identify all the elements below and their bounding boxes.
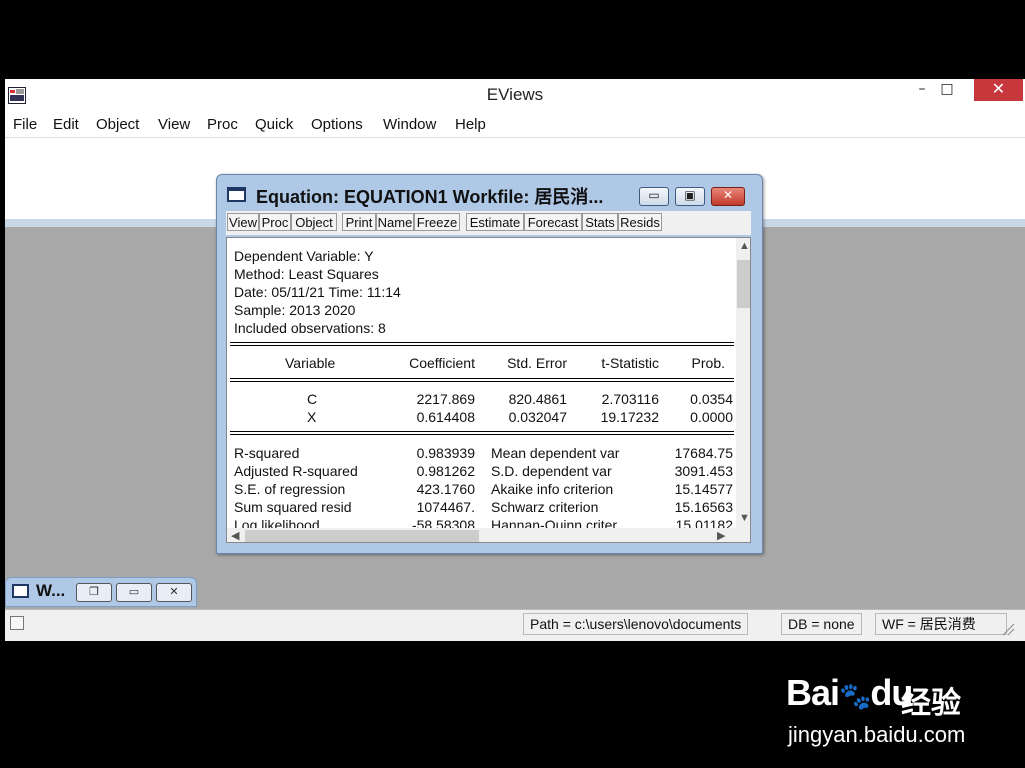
menu-edit[interactable]: Edit xyxy=(53,116,79,133)
menu-options[interactable]: Options xyxy=(311,116,363,133)
equation-window-icon xyxy=(227,187,246,202)
maximize-icon[interactable]: ▭ xyxy=(116,583,152,602)
status-indicator xyxy=(10,616,24,630)
equation-window-title: Equation: EQUATION1 Workfile: 居民消... xyxy=(256,187,604,207)
menu-window[interactable]: Window xyxy=(383,116,436,133)
column-header-prob: Prob. xyxy=(691,355,725,371)
toolbar-print-button[interactable]: Print xyxy=(342,213,376,231)
menu-proc[interactable]: Proc xyxy=(207,116,238,133)
minimized-window-title: W... xyxy=(36,581,66,600)
row-coefficient: 2217.869 xyxy=(416,391,475,407)
toolbar-object-button[interactable]: Object xyxy=(291,213,337,231)
stat-value-2: 15.16563 xyxy=(674,499,733,515)
vertical-scrollbar[interactable]: ▲ ▼ xyxy=(736,238,750,528)
scroll-up-icon[interactable]: ▲ xyxy=(739,240,750,252)
equation-toolbar: View Proc Object Print Name Freeze Estim… xyxy=(226,211,751,235)
stat-label-2: Mean dependent var xyxy=(491,445,620,461)
baidu-jingyan-watermark: Bai🐾du 经验 jingyan.baidu.com xyxy=(786,660,1016,760)
stat-label-2: Akaike info criterion xyxy=(491,481,614,497)
minimized-workfile-window[interactable]: W... ❐ ▭ ✕ xyxy=(5,577,197,607)
stat-value-2: 15.14577 xyxy=(674,481,733,497)
equation-maximize-icon[interactable]: ▣ xyxy=(675,187,705,206)
maximize-button[interactable]: □ xyxy=(925,79,969,101)
stat-value: 0.981262 xyxy=(416,463,475,479)
status-wf: WF = 居民消费 xyxy=(875,613,1007,635)
menu-file[interactable]: File xyxy=(13,116,37,133)
status-db: DB = none xyxy=(781,613,862,635)
column-header-std-error: Std. Error xyxy=(507,355,567,371)
watermark-url: jingyan.baidu.com xyxy=(788,722,966,747)
row-std-error: 0.032047 xyxy=(508,409,567,425)
equation-title-bar[interactable]: Equation: EQUATION1 Workfile: 居民消... ▭ ▣… xyxy=(217,175,762,211)
resize-grip-icon[interactable] xyxy=(1001,622,1015,636)
stat-label-2: S.D. dependent var xyxy=(491,463,612,479)
table-rule xyxy=(230,431,734,435)
menu-view[interactable]: View xyxy=(158,116,190,133)
stat-value-2: 3091.453 xyxy=(674,463,733,479)
menu-object[interactable]: Object xyxy=(96,116,139,133)
stat-label: S.E. of regression xyxy=(234,481,346,497)
column-header-t-statistic: t-Statistic xyxy=(601,355,659,371)
row-t-statistic: 19.17232 xyxy=(600,409,659,425)
method: Method: Least Squares xyxy=(234,266,379,282)
row-t-statistic: 2.703116 xyxy=(601,391,659,407)
row-std-error: 820.4861 xyxy=(508,391,567,407)
stat-value-2: 17684.75 xyxy=(674,445,733,461)
title-bar[interactable]: EViews – □ ✕ xyxy=(5,79,1025,111)
menu-help[interactable]: Help xyxy=(455,116,486,133)
toolbar-proc-button[interactable]: Proc xyxy=(259,213,291,231)
stat-label: Sum squared resid xyxy=(234,499,352,515)
table-rule xyxy=(230,342,734,346)
stat-label: R-squared xyxy=(234,445,300,461)
status-path: Path = c:\users\lenovo\documents xyxy=(523,613,749,635)
column-header-variable: Variable xyxy=(285,355,336,371)
stat-value: 0.983939 xyxy=(416,445,475,461)
toolbar-view-button[interactable]: View xyxy=(227,213,259,231)
equation-close-icon[interactable]: ✕ xyxy=(711,187,745,206)
scroll-left-icon[interactable]: ◀ xyxy=(231,529,239,542)
sample: Sample: 2013 2020 xyxy=(234,302,356,318)
jingyan-text: 经验 xyxy=(901,686,961,721)
stat-label: Adjusted R-squared xyxy=(234,463,358,479)
menu-bar: File Edit Object View Proc Quick Options… xyxy=(5,111,1025,137)
baidu-logo: Bai🐾du xyxy=(786,672,913,713)
estimation-date: Date: 05/11/21 Time: 11:14 xyxy=(234,284,401,300)
close-icon[interactable]: ✕ xyxy=(156,583,192,602)
equation-minimize-icon[interactable]: ▭ xyxy=(639,187,669,206)
row-coefficient: 0.614408 xyxy=(416,409,475,425)
equation-window: Equation: EQUATION1 Workfile: 居民消... ▭ ▣… xyxy=(216,174,763,554)
table-rule xyxy=(230,378,734,382)
vertical-scroll-thumb[interactable] xyxy=(737,260,750,308)
dependent-variable: Dependent Variable: Y xyxy=(234,248,374,264)
column-header-coefficient: Coefficient xyxy=(409,355,475,371)
toolbar-freeze-button[interactable]: Freeze xyxy=(414,213,460,231)
row-prob: 0.0354 xyxy=(690,391,733,407)
close-button[interactable]: ✕ xyxy=(974,79,1023,101)
stat-value: 1074467. xyxy=(416,499,475,515)
restore-icon[interactable]: ❐ xyxy=(76,583,112,602)
row-prob: 0.0000 xyxy=(690,409,733,425)
horizontal-scroll-thumb[interactable] xyxy=(245,530,479,542)
toolbar-stats-button[interactable]: Stats xyxy=(582,213,618,231)
row-variable: X xyxy=(307,409,317,425)
toolbar-forecast-button[interactable]: Forecast xyxy=(524,213,582,231)
scroll-down-icon[interactable]: ▼ xyxy=(739,512,750,524)
scroll-right-icon[interactable]: ▶ xyxy=(717,529,725,542)
window-icon xyxy=(12,584,29,598)
app-title: EViews xyxy=(486,85,544,104)
equation-output[interactable]: Dependent Variable: Y Method: Least Squa… xyxy=(226,237,751,543)
toolbar-resids-button[interactable]: Resids xyxy=(618,213,662,231)
toolbar-estimate-button[interactable]: Estimate xyxy=(466,213,524,231)
row-variable: C xyxy=(307,391,318,407)
stat-label-2: Schwarz criterion xyxy=(491,499,599,515)
status-bar: Path = c:\users\lenovo\documents DB = no… xyxy=(5,609,1025,641)
horizontal-scrollbar[interactable]: ◀ ▶ xyxy=(227,528,750,542)
included-observations: Included observations: 8 xyxy=(234,320,386,336)
toolbar-name-button[interactable]: Name xyxy=(376,213,414,231)
stat-value: 423.1760 xyxy=(416,481,475,497)
menu-quick[interactable]: Quick xyxy=(255,116,293,133)
